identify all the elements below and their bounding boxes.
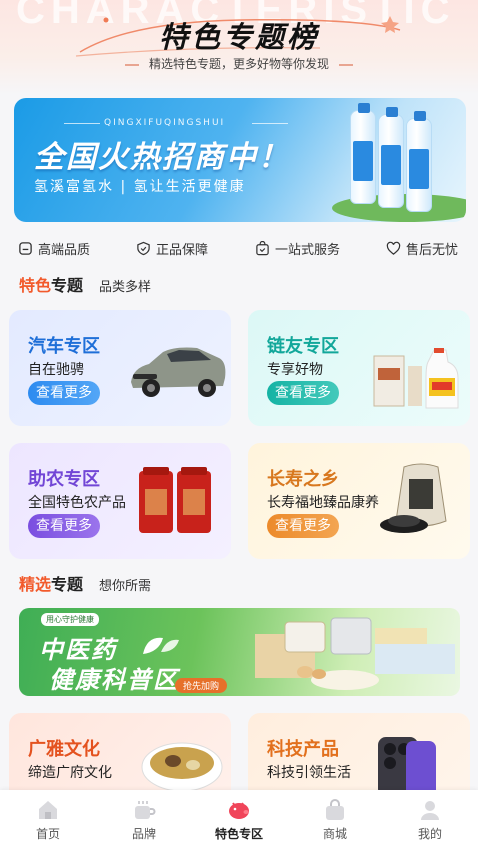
badge-genuine: 正品保障	[136, 236, 208, 260]
banner-desc: 氢溪富氢水 | 氢让生活更健康	[34, 179, 246, 195]
user-icon	[421, 801, 439, 820]
phone-image	[378, 737, 436, 795]
card-car-zone[interactable]: 汽车专区 自在驰骋 查看更多	[9, 310, 231, 426]
banner-title: 全国火热招商中！	[34, 140, 290, 175]
product-image	[373, 348, 459, 409]
badge-quality: 高端品质	[18, 236, 90, 260]
view-more-button[interactable]: 查看更多	[267, 381, 339, 405]
card-longevity-zone[interactable]: 长寿之乡 长寿福地臻品康养 查看更多	[248, 443, 470, 559]
card-title: 科技产品	[267, 739, 339, 760]
section-header-featured: 特色 专题 品类多样	[19, 276, 152, 295]
view-more-button[interactable]: 查看更多	[28, 381, 100, 405]
card-title: 链友专区	[267, 336, 339, 357]
card-title: 汽车专区	[28, 336, 100, 357]
bottom-tab-bar: 首页 品牌 特色专区 商城 我的	[0, 790, 478, 850]
tcm-promo-banner[interactable]: 用心守护健康 中医药 健康科普区 抢先加购	[19, 608, 460, 696]
piggy-icon	[229, 802, 249, 819]
card-subtitle: 缔造广府文化	[28, 765, 112, 781]
card-title: 助农专区	[28, 469, 100, 490]
promo-banner[interactable]: QINGXIFUQINGSHUI 全国火热招商中！ 氢溪富氢水 | 氢让生活更健…	[14, 98, 466, 222]
tab-mine[interactable]: 我的	[382, 790, 478, 850]
shield-check-icon	[137, 241, 150, 255]
badge-aftersale: 售后无忧	[386, 236, 458, 260]
buy-now-button[interactable]: 抢先加购	[175, 678, 228, 693]
promo-tag: 用心守护健康	[41, 613, 99, 626]
shopping-bag-icon	[326, 799, 344, 820]
car-image	[131, 347, 226, 397]
water-bottle-image	[378, 107, 404, 208]
promo-title-line2: 健康科普区	[49, 666, 179, 694]
service-badges: 高端品质 正品保障 一站式服务 售后无忧	[0, 236, 478, 260]
card-link-zone[interactable]: 链友专区 专享好物 查看更多	[248, 310, 470, 426]
rice-sack-image	[380, 463, 447, 533]
hero-header: CHARACTERISTIC 特色专题榜 精选特色专题，更多好物等你发现	[0, 0, 478, 95]
health-products-image	[255, 617, 455, 690]
water-bottle-image	[350, 103, 376, 204]
section-header-selected: 精选 专题 想你所需	[19, 575, 152, 594]
tab-mall[interactable]: 商城	[287, 790, 383, 850]
page-title: 特色专题榜	[158, 20, 319, 54]
tab-home[interactable]: 首页	[0, 790, 96, 850]
leaf-icon	[143, 637, 179, 654]
badge-service: 一站式服务	[255, 236, 340, 260]
rice-bags-image	[139, 467, 211, 533]
card-farm-zone[interactable]: 助农专区 全国特色农产品 查看更多	[9, 443, 231, 559]
page-subtitle: 精选特色专题，更多好物等你发现	[0, 55, 478, 72]
card-subtitle: 科技引领生活	[267, 765, 351, 781]
card-title: 广雅文化	[28, 739, 100, 760]
tab-featured[interactable]: 特色专区	[191, 790, 287, 850]
view-more-button[interactable]: 查看更多	[267, 514, 339, 538]
brand-cup-icon	[135, 801, 156, 819]
card-subtitle: 专享好物	[267, 362, 323, 378]
view-more-button[interactable]: 查看更多	[28, 514, 100, 538]
heart-icon	[386, 241, 401, 255]
card-subtitle: 长寿福地臻品康养	[267, 495, 379, 511]
card-subtitle: 自在驰骋	[28, 362, 84, 378]
card-subtitle: 全国特色农产品	[28, 495, 126, 511]
banner-pinyin: QINGXIFUQINGSHUI	[104, 118, 226, 128]
diamond-icon	[19, 241, 32, 255]
water-bottle-image	[406, 111, 432, 212]
home-icon	[39, 801, 57, 819]
bag-check-icon	[256, 240, 269, 255]
tab-brand[interactable]: 品牌	[96, 790, 192, 850]
card-title: 长寿之乡	[267, 469, 339, 490]
